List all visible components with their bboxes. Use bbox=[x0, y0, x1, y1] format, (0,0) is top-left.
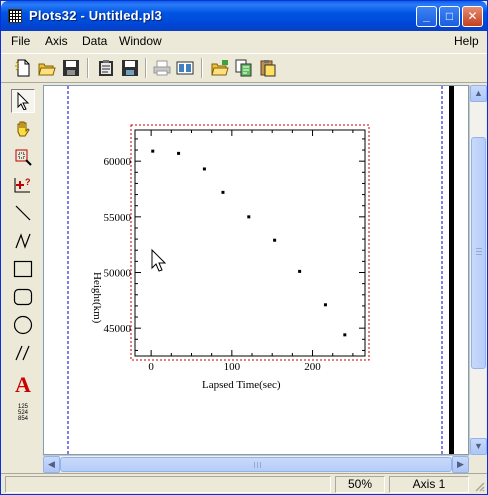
status-axis: Axis 1 bbox=[389, 476, 469, 493]
toolbar bbox=[1, 53, 487, 83]
data-point bbox=[202, 167, 206, 171]
scroll-down-button[interactable]: ▼ bbox=[470, 438, 487, 455]
maximize-button[interactable]: □ bbox=[439, 6, 460, 27]
add-point-icon[interactable]: ? bbox=[11, 173, 35, 197]
print-icon[interactable] bbox=[151, 57, 173, 79]
data-point bbox=[298, 269, 302, 273]
y-tick-label: 50000 bbox=[104, 268, 132, 280]
y-axis-label: Height(km) bbox=[91, 272, 103, 324]
vertical-scroll-thumb[interactable] bbox=[471, 137, 486, 369]
preview-icon[interactable] bbox=[174, 57, 196, 79]
data-point bbox=[177, 151, 181, 155]
scroll-left-button[interactable]: ◀ bbox=[43, 456, 60, 473]
clipboard-icon[interactable] bbox=[95, 57, 117, 79]
window-title: Plots32 - Untitled.pl3 bbox=[29, 8, 162, 23]
app-grid-icon[interactable] bbox=[8, 9, 22, 23]
resize-grip-icon[interactable] bbox=[473, 480, 485, 492]
toolbar-separator bbox=[145, 58, 147, 78]
polyline-icon[interactable] bbox=[11, 229, 35, 253]
open-data-icon[interactable] bbox=[209, 57, 231, 79]
x-tick-label: 100 bbox=[224, 361, 241, 373]
rectangle-icon[interactable] bbox=[11, 257, 35, 281]
parallel-lines-icon[interactable] bbox=[11, 341, 35, 365]
x-axis-label: Lapsed Time(sec) bbox=[202, 379, 281, 391]
data-points bbox=[151, 149, 347, 337]
text-icon[interactable]: A bbox=[11, 373, 35, 397]
horizontal-scroll-thumb[interactable] bbox=[60, 457, 452, 472]
chart-selection-frame[interactable] bbox=[130, 124, 370, 361]
status-message bbox=[5, 476, 331, 493]
data-point bbox=[343, 333, 347, 337]
menu-window[interactable]: Window bbox=[119, 34, 162, 48]
data-values-icon[interactable]: 125 524 854 bbox=[11, 401, 35, 425]
status-zoom: 50% bbox=[335, 476, 385, 493]
plot-canvas[interactable]: 0 100 200 45000 50000 55000 60000 Lapsed Time(… bbox=[43, 85, 469, 455]
save-as-icon[interactable] bbox=[119, 57, 141, 79]
drawing-tools: ? A 125 524 854 bbox=[1, 85, 41, 471]
vertical-scrollbar[interactable]: ▲ ▼ bbox=[469, 85, 487, 455]
close-button[interactable]: ✕ bbox=[462, 6, 483, 27]
menu-data[interactable]: Data bbox=[82, 34, 107, 48]
horizontal-scrollbar[interactable]: ◀ ▶ bbox=[43, 455, 469, 473]
data-point bbox=[323, 303, 327, 307]
toolbar-separator bbox=[201, 58, 203, 78]
y-tick-label: 60000 bbox=[104, 156, 132, 168]
axis-ticks: 0 100 200 45000 50000 55000 60000 bbox=[104, 130, 365, 373]
y-tick-label: 55000 bbox=[104, 212, 132, 224]
minimize-button[interactable]: _ bbox=[416, 6, 437, 27]
data-value-line: 854 bbox=[17, 416, 28, 422]
data-point bbox=[273, 238, 277, 242]
scroll-up-button[interactable]: ▲ bbox=[470, 85, 487, 102]
svg-text:?: ? bbox=[25, 177, 31, 187]
minimize-icon: _ bbox=[423, 9, 430, 23]
line-icon[interactable] bbox=[11, 201, 35, 225]
copy-data-icon[interactable] bbox=[233, 57, 255, 79]
data-point bbox=[221, 190, 225, 194]
toolbar-separator bbox=[87, 58, 89, 78]
menu-file[interactable]: File bbox=[11, 34, 30, 48]
scroll-right-button[interactable]: ▶ bbox=[452, 456, 469, 473]
text-tool-label: A bbox=[15, 372, 31, 397]
menu-bar: File Axis Data Window Help bbox=[1, 31, 487, 51]
menu-axis[interactable]: Axis bbox=[45, 34, 68, 48]
app-window: Plots32 - Untitled.pl3 _ □ ✕ File Axis D… bbox=[0, 0, 488, 495]
hand-pan-icon[interactable] bbox=[11, 117, 35, 141]
close-icon: ✕ bbox=[467, 9, 478, 23]
rounded-rect-icon[interactable] bbox=[11, 285, 35, 309]
x-tick-label: 200 bbox=[304, 361, 321, 373]
paste-data-icon[interactable] bbox=[257, 57, 279, 79]
plot-drawing[interactable]: 0 100 200 45000 50000 55000 60000 Lapsed Time(… bbox=[44, 86, 469, 455]
open-folder-icon[interactable] bbox=[36, 57, 58, 79]
plot-area-frame bbox=[134, 129, 366, 357]
menu-help[interactable]: Help bbox=[454, 34, 479, 48]
scroll-corner bbox=[469, 455, 486, 472]
save-disk-icon[interactable] bbox=[60, 57, 82, 79]
page-edge-border bbox=[449, 86, 454, 454]
data-point bbox=[151, 149, 155, 153]
maximize-icon: □ bbox=[445, 9, 454, 23]
ellipse-icon[interactable] bbox=[11, 313, 35, 337]
new-file-icon[interactable] bbox=[12, 57, 34, 79]
pointer-arrow-icon[interactable] bbox=[11, 89, 35, 113]
y-tick-label: 45000 bbox=[104, 323, 132, 335]
x-tick-label: 0 bbox=[148, 361, 154, 373]
mouse-cursor-icon bbox=[151, 248, 167, 272]
title-bar[interactable]: Plots32 - Untitled.pl3 _ □ ✕ bbox=[1, 1, 487, 31]
zoom-box-icon[interactable] bbox=[11, 145, 35, 169]
status-bar: 50% Axis 1 bbox=[1, 473, 487, 494]
data-point bbox=[247, 215, 251, 219]
